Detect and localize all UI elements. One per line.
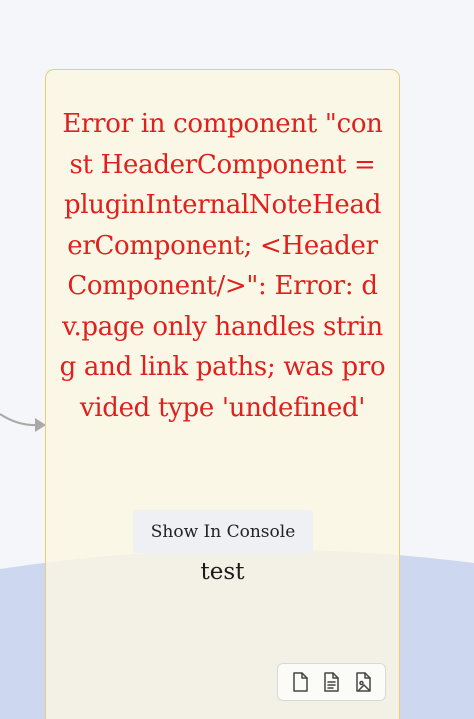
- card-content-text: test: [200, 559, 245, 585]
- file-icon[interactable]: [287, 668, 313, 696]
- file-image-icon[interactable]: [350, 668, 376, 696]
- show-in-console-button[interactable]: Show In Console: [133, 510, 313, 553]
- canvas-card[interactable]: Error in component "const HeaderComponen…: [45, 69, 400, 719]
- component-error-message: Error in component "const HeaderComponen…: [59, 109, 386, 423]
- file-text-icon[interactable]: [318, 668, 344, 696]
- card-toolbar: [277, 663, 386, 701]
